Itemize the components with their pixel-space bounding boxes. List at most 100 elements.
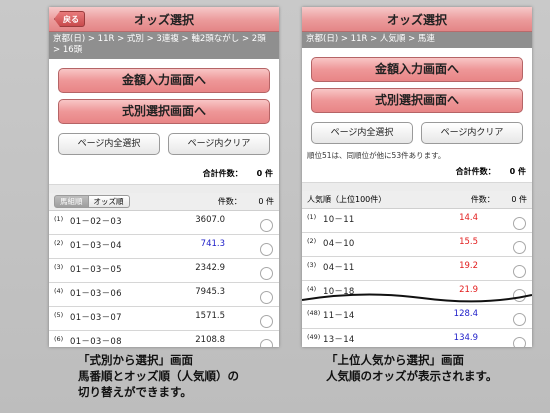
amount-input-button[interactable]: 金額入力画面へ [311, 57, 523, 82]
tab-horse-order[interactable]: 馬組順 [54, 195, 89, 208]
list-header: 人気順（上位100件） 件数： 0 件 [302, 191, 532, 209]
combination: 01－03－04 [70, 241, 122, 251]
bet-type-select-button[interactable]: 式別選択画面へ [311, 88, 523, 113]
total-count: 合計件数： 0 件 [302, 161, 532, 183]
list-item[interactable]: (1) 10－11 14.4 [302, 209, 532, 233]
popularity-rank: (6) [54, 335, 64, 343]
combination: 04－11 [323, 263, 355, 273]
combination: 01－03－07 [70, 313, 122, 323]
total-count-value: 0 件 [256, 169, 273, 178]
caption-line: 「式別から選択」画面 [78, 353, 193, 367]
page-title: オッズ選択 [133, 12, 194, 27]
caption-line: 人気順のオッズが表示されます。 [326, 369, 498, 383]
bet-type-select-button[interactable]: 式別選択画面へ [58, 99, 270, 124]
combination: 10－11 [323, 215, 355, 225]
total-count-label: 合計件数： [455, 167, 496, 176]
combination: 13－14 [323, 335, 355, 345]
list-count-label: 件数： [217, 197, 242, 206]
list-count: 件数： 0 件 [218, 196, 274, 207]
select-checkbox-icon[interactable] [513, 265, 526, 278]
left-caption: 「式別から選択」画面 馬番順とオッズ順（人気順）の 切り替えができます。 [78, 352, 239, 400]
list-count-value: 0 件 [258, 197, 274, 206]
title-bar: オッズ選択 [302, 7, 532, 32]
list-item[interactable]: (1) 01－02－03 3607.0 [49, 211, 279, 235]
odds-value: 1571.5 [195, 311, 225, 321]
select-all-button[interactable]: ページ内全選択 [58, 133, 160, 155]
select-checkbox-icon[interactable] [513, 217, 526, 230]
select-checkbox-icon[interactable] [513, 313, 526, 326]
sort-tabs: 馬組順 オッズ順 [54, 195, 130, 208]
combination: 01－03－05 [70, 265, 122, 275]
popularity-rank: (2) [307, 237, 317, 245]
popularity-rank: (3) [54, 263, 64, 271]
list-count: 件数： 0 件 [471, 194, 527, 205]
list-item[interactable]: (5) 01－03－07 1571.5 [49, 307, 279, 331]
list-count-value: 0 件 [511, 195, 527, 204]
odds-value: 3607.0 [195, 215, 225, 225]
select-checkbox-icon[interactable] [513, 337, 526, 347]
popularity-rank: (48) [307, 309, 321, 317]
breadcrumb: 京都(日) > 11R > 式別 > 3連複 > 軸2頭ながし > 2頭 > 1… [49, 32, 279, 59]
odds-value: 128.4 [453, 309, 478, 319]
odds-value: 19.2 [459, 261, 478, 271]
clear-button[interactable]: ページ内クリア [421, 122, 523, 144]
select-checkbox-icon[interactable] [260, 291, 273, 304]
amount-input-button[interactable]: 金額入力画面へ [58, 68, 270, 93]
clear-button[interactable]: ページ内クリア [168, 133, 270, 155]
list-item[interactable]: (6) 01－03－08 2108.8 [49, 331, 279, 347]
popularity-rank: (3) [307, 261, 317, 269]
omission-wave-divider [302, 293, 532, 303]
odds-value: 2108.8 [195, 335, 225, 345]
page-select-buttons: ページ内全選択 ページ内クリア [58, 133, 270, 155]
select-checkbox-icon[interactable] [260, 267, 273, 280]
list-item[interactable]: (48) 11－14 128.4 [302, 305, 532, 329]
list-item[interactable]: (4) 01－03－06 7945.3 [49, 283, 279, 307]
select-all-button[interactable]: ページ内全選択 [311, 122, 413, 144]
combination: 04－10 [323, 239, 355, 249]
odds-value: 14.4 [459, 213, 478, 223]
list-item[interactable]: (49) 13－14 134.9 [302, 329, 532, 347]
odds-list: (1) 01－02－03 3607.0 (2) 01－03－04 741.3 (3) 01－0… [49, 211, 279, 347]
total-count: 合計件数： 0 件 [49, 163, 279, 185]
tie-note: 順位51は、同順位が他に53件あります。 [307, 151, 446, 160]
title-bar: 戻る オッズ選択 [49, 7, 279, 32]
list-count-label: 件数： [470, 195, 495, 204]
popularity-rank: (1) [307, 213, 317, 221]
select-checkbox-icon[interactable] [513, 241, 526, 254]
odds-value: 2342.9 [195, 263, 225, 273]
back-button[interactable]: 戻る [54, 11, 85, 27]
left-screen: 戻る オッズ選択 京都(日) > 11R > 式別 > 3連複 > 軸2頭ながし… [49, 7, 279, 347]
list-item[interactable]: (3) 01－03－05 2342.9 [49, 259, 279, 283]
list-item[interactable]: (2) 01－03－04 741.3 [49, 235, 279, 259]
combination: 01－03－06 [70, 289, 122, 299]
popularity-rank: (2) [54, 239, 64, 247]
caption-line: 切り替えができます。 [78, 385, 192, 399]
total-count-label: 合計件数： [202, 169, 243, 178]
tab-odds-order[interactable]: オッズ順 [88, 195, 130, 208]
select-checkbox-icon[interactable] [260, 315, 273, 328]
select-checkbox-icon[interactable] [260, 243, 273, 256]
popularity-rank: (5) [54, 311, 64, 319]
odds-value: 741.3 [200, 239, 225, 249]
select-checkbox-icon[interactable] [260, 339, 273, 347]
popularity-rank: (1) [54, 215, 64, 223]
popularity-rank: (49) [307, 333, 321, 341]
page-title: オッズ選択 [386, 12, 447, 27]
right-caption: 「上位人気から選択」画面 人気順のオッズが表示されます。 [326, 352, 497, 384]
list-item[interactable]: (2) 04－10 15.5 [302, 233, 532, 257]
combination: 01－02－03 [70, 217, 122, 227]
popularity-rank: (4) [54, 287, 64, 295]
odds-value: 15.5 [459, 237, 478, 247]
breadcrumb: 京都(日) > 11R > 人気順 > 馬連 [302, 32, 532, 48]
combination: 01－03－08 [70, 337, 122, 347]
list-header: 馬組順 オッズ順 件数： 0 件 [49, 193, 279, 211]
page-select-buttons: ページ内全選択 ページ内クリア [311, 122, 523, 144]
list-item[interactable]: (3) 04－11 19.2 [302, 257, 532, 281]
caption-line: 馬番順とオッズ順（人気順）の [78, 369, 239, 383]
odds-list: (1) 10－11 14.4 (2) 04－10 15.5 (3) 04－11 19.2 (4) 1… [302, 209, 532, 347]
caption-line: 「上位人気から選択」画面 [326, 353, 464, 367]
combination: 11－14 [323, 311, 355, 321]
total-count-value: 0 件 [509, 167, 526, 176]
odds-value: 134.9 [453, 333, 478, 343]
select-checkbox-icon[interactable] [260, 219, 273, 232]
